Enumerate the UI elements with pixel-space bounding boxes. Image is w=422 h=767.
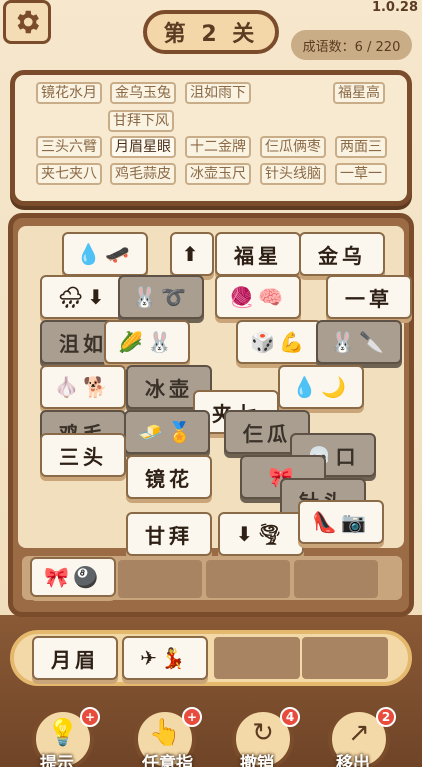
board-tile[interactable]: ⬆	[170, 232, 214, 276]
idiom-entry: 月眉星眼	[110, 136, 176, 158]
level-title: 第 2 关	[143, 10, 279, 54]
idiom-entry: 夹七夹八	[36, 163, 102, 185]
idiom-counter: 成语数：6 / 220	[291, 30, 412, 60]
idiom-entry: 鸡毛蒜皮	[110, 163, 176, 185]
answer-tile[interactable]: 月眉	[32, 636, 118, 680]
tool-label: 移出	[336, 754, 370, 767]
board-tile[interactable]: 💧🌙	[278, 365, 364, 409]
tray-tile[interactable]: 🎀🎱	[30, 557, 116, 597]
idiom-entry: 沮如雨下	[185, 82, 251, 104]
idiom-solved-part: 月眉	[115, 139, 143, 155]
tray-slot-empty	[118, 560, 202, 598]
board-tile: 🧈🏅	[124, 410, 210, 454]
board-tile[interactable]: 💧🛹	[62, 232, 148, 276]
board-tile[interactable]: 甘拜	[126, 512, 212, 556]
pointer-icon: 👆	[148, 718, 182, 748]
board-tile[interactable]: ⬇🌪	[218, 512, 304, 556]
remove-icon: ↗	[348, 718, 370, 748]
board-tile[interactable]: 👠📷	[298, 500, 384, 544]
tool-badge: +	[182, 707, 202, 727]
gear-icon	[17, 10, 40, 34]
board-tile[interactable]: 🎲💪	[236, 320, 322, 364]
board-tile[interactable]: 🧄🐕	[40, 365, 126, 409]
board-tile[interactable]: 一草	[326, 275, 412, 319]
answer-slot-empty	[214, 637, 300, 679]
board-tile[interactable]: 🧶🧠	[215, 275, 301, 319]
idiom-entry: 十二金牌	[185, 136, 251, 158]
board-tile[interactable]: 镜花	[126, 455, 212, 499]
settings-button[interactable]	[3, 0, 51, 44]
tool-label: 任意指	[142, 754, 193, 767]
tool-badge: 4	[280, 707, 300, 727]
tool-label: 撤销	[240, 754, 274, 767]
board-tile[interactable]: 金乌	[299, 232, 385, 276]
idiom-entry: 甘拜下风	[108, 110, 174, 132]
tool-label: 提示	[40, 754, 74, 767]
idiom-entry: 镜花水月	[36, 82, 102, 104]
idiom-entry: 一草一	[335, 163, 387, 185]
idiom-entry: 仨瓜俩枣	[260, 136, 326, 158]
idiom-entry: 两面三	[335, 136, 387, 158]
bulb-icon: 💡	[46, 718, 80, 748]
tool-badge: +	[80, 707, 100, 727]
version-label: 1.0.28	[371, 0, 418, 15]
idiom-entry: 冰壶玉尺	[185, 163, 251, 185]
board-tile[interactable]: 🌽🐰	[104, 320, 190, 364]
idiom-entry: 福星高	[333, 82, 385, 104]
idiom-remaining-part: 星眼	[143, 139, 171, 155]
idiom-entry: 金乌玉兔	[110, 82, 176, 104]
board-tile: 🐰➰	[118, 275, 204, 319]
board-tile[interactable]: 三头	[40, 433, 126, 477]
undo-icon: ↻	[252, 718, 274, 748]
tray-slot-empty	[294, 560, 378, 598]
tool-badge: 2	[376, 707, 396, 727]
answer-tile[interactable]: ✈💃	[122, 636, 208, 680]
tray-slot-empty	[206, 560, 290, 598]
answer-slot-empty	[302, 637, 388, 679]
idiom-entry: 三头六臂	[36, 136, 102, 158]
idiom-entry: 针头线脑	[260, 163, 326, 185]
board-tile: 🐰🔪	[316, 320, 402, 364]
board-tile[interactable]: 福星	[215, 232, 301, 276]
board-tile[interactable]: 🌧⬇	[40, 275, 126, 319]
